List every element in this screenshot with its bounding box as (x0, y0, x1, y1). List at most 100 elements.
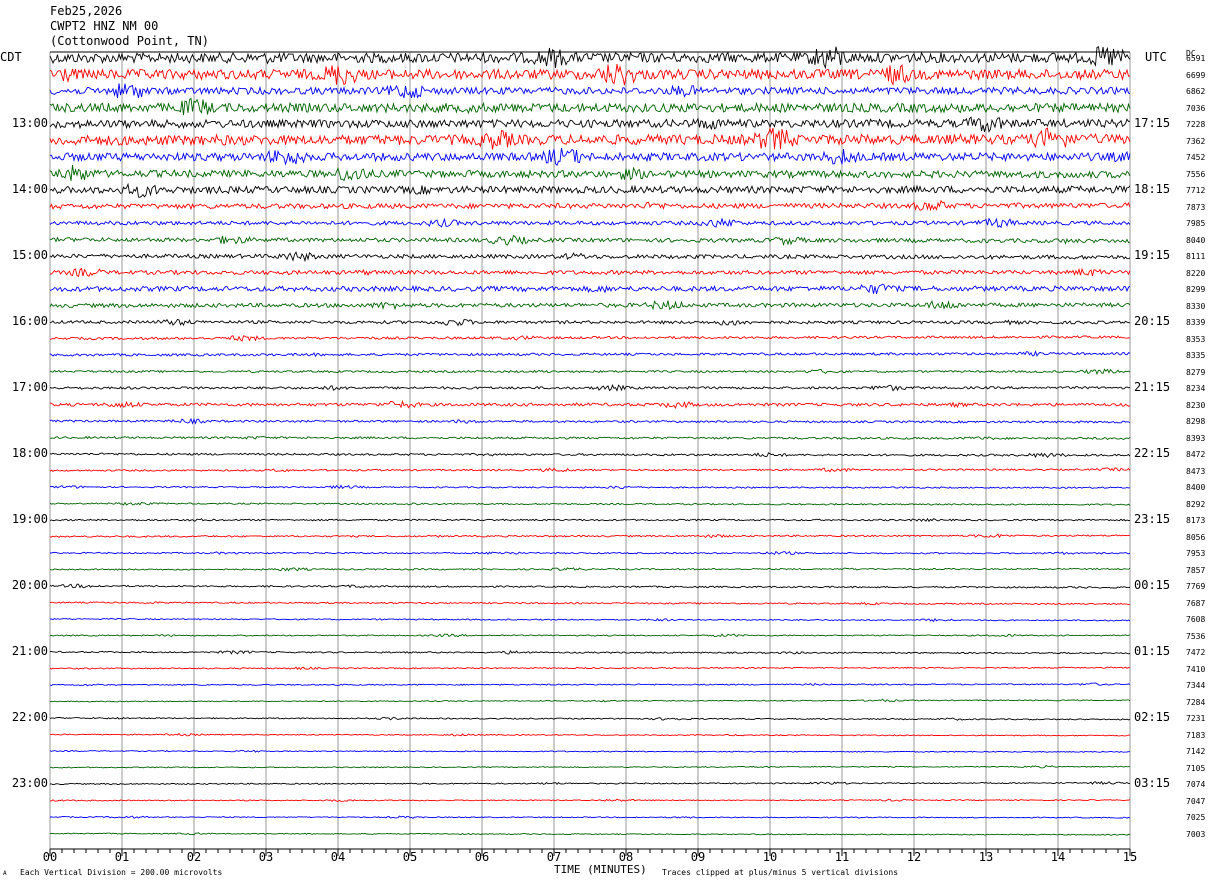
x-tick-label: 03 (258, 850, 274, 864)
hour-label-utc: 03:15 (1134, 776, 1171, 790)
hour-label-utc: 23:15 (1134, 512, 1171, 526)
trace-line (49, 127, 1131, 150)
dc-offset-label: 7985 (1186, 219, 1206, 228)
hour-label-cdt: 22:00 (11, 710, 48, 724)
dc-offset-label: 6862 (1186, 87, 1206, 96)
dc-offset-label: 8111 (1186, 252, 1206, 261)
hour-label-utc: 17:15 (1134, 116, 1171, 130)
dc-offset-label: 7873 (1186, 202, 1206, 212)
hour-label-cdt: 23:00 (11, 776, 48, 790)
x-tick-label: 02 (186, 850, 202, 864)
x-tick-label: 12 (906, 850, 922, 864)
dc-offset-label: 8292 (1186, 499, 1206, 509)
x-tick-label: 04 (330, 850, 346, 864)
trace-line (49, 97, 1131, 116)
dc-offset-label: 7105 (1186, 763, 1206, 773)
dc-offset-label: 7608 (1186, 615, 1206, 624)
dc-offset-label: 8279 (1186, 367, 1206, 377)
trace-line (49, 217, 1131, 229)
x-tick-label: 00 (42, 850, 58, 864)
hour-label-utc: 02:15 (1134, 710, 1171, 724)
trace-line (49, 335, 1131, 342)
dc-offset-label: 7228 (1186, 120, 1206, 129)
dc-offset-label: 8298 (1186, 417, 1206, 426)
dc-offset-label: 8040 (1186, 235, 1206, 245)
trace-line (49, 300, 1131, 311)
dc-offset-label: 7344 (1186, 681, 1206, 690)
dc-offset-label: 8056 (1186, 532, 1206, 542)
dc-offset-label: 8473 (1186, 466, 1206, 476)
trace-line (49, 182, 1131, 198)
hour-label-cdt: 21:00 (11, 644, 48, 658)
dc-offset-label: 7183 (1186, 730, 1206, 740)
trace-line (49, 617, 1131, 623)
trace-line (49, 583, 1131, 589)
trace-line (49, 501, 1131, 506)
x-tick-label: 05 (402, 850, 418, 864)
trace-line (49, 765, 1131, 769)
dc-offset-label: 7036 (1186, 103, 1206, 113)
trace-line (49, 832, 1131, 836)
trace-line (49, 318, 1131, 327)
trace-line (49, 749, 1130, 753)
x-axis-title: TIME (MINUTES) (554, 863, 647, 876)
trace-line (49, 46, 1131, 70)
dc-offset-label: 8353 (1186, 334, 1206, 344)
dc-offset-label: 8230 (1186, 400, 1206, 410)
hour-label-utc: 00:15 (1134, 578, 1171, 592)
trace-line (49, 666, 1131, 671)
trace-line (49, 251, 1131, 263)
hour-label-cdt: 14:00 (11, 182, 48, 196)
trace-line (49, 517, 1131, 523)
trace-line (49, 199, 1131, 212)
dc-offset-label: 8173 (1186, 516, 1206, 525)
seismogram-plot (49, 46, 1131, 856)
trace-line (49, 682, 1131, 687)
dc-offset-label: 7047 (1186, 796, 1206, 806)
trace-line (49, 732, 1131, 737)
hour-label-utc: 22:15 (1134, 446, 1171, 460)
dc-offset-label: 7712 (1186, 186, 1206, 195)
x-tick-label: 15 (1122, 850, 1138, 864)
trace-line (49, 399, 1131, 410)
x-tick-label: 06 (474, 850, 490, 864)
clip-note: Traces clipped at plus/minus 5 vertical … (662, 868, 899, 877)
dc-offset-label: 7857 (1186, 565, 1206, 575)
dc-offset-label: 7953 (1186, 549, 1206, 558)
dc-offset-label: 8335 (1186, 351, 1206, 360)
dc-offset-label: 8400 (1186, 483, 1206, 492)
x-tick-label: 13 (978, 850, 994, 864)
trace-line (49, 64, 1131, 86)
dc-offset-label: 7142 (1186, 747, 1206, 756)
trace-line (49, 533, 1131, 539)
dc-offset-label: 8393 (1186, 433, 1206, 443)
hour-label-cdt: 17:00 (11, 380, 48, 394)
scale-note: Each Vertical Division = 200.00 microvol… (20, 868, 223, 877)
hour-label-utc: 19:15 (1134, 248, 1171, 262)
hour-label-utc: 21:15 (1134, 380, 1171, 394)
dc-offset-label: 8339 (1186, 318, 1206, 327)
trace-line (49, 283, 1131, 295)
trace-line (50, 550, 1131, 556)
trace-line (49, 467, 1131, 473)
x-tick-label: 14 (1050, 850, 1066, 864)
dc-offset-label: 8330 (1186, 301, 1206, 311)
trace-line (49, 601, 1131, 606)
dc-offset-label: 7284 (1186, 697, 1206, 707)
trace-line (49, 165, 1131, 182)
dc-offset-label: 6591 (1186, 54, 1206, 63)
trace-line (49, 452, 1131, 459)
dc-offset-label: 7362 (1186, 136, 1206, 146)
dc-offset-label: 6699 (1186, 70, 1206, 80)
trace-line (49, 567, 1131, 572)
trace-line (49, 368, 1131, 375)
dc-offset-label: 7769 (1186, 582, 1206, 591)
dc-offset-label: 8299 (1186, 285, 1206, 294)
trace-line (49, 147, 1131, 166)
hour-label-utc: 20:15 (1134, 314, 1171, 328)
trace-line (49, 83, 1131, 99)
hour-label-utc: 18:15 (1134, 182, 1171, 196)
trace-line (49, 650, 1131, 655)
hour-label-cdt: 13:00 (11, 116, 48, 130)
trace-line (49, 798, 1131, 802)
